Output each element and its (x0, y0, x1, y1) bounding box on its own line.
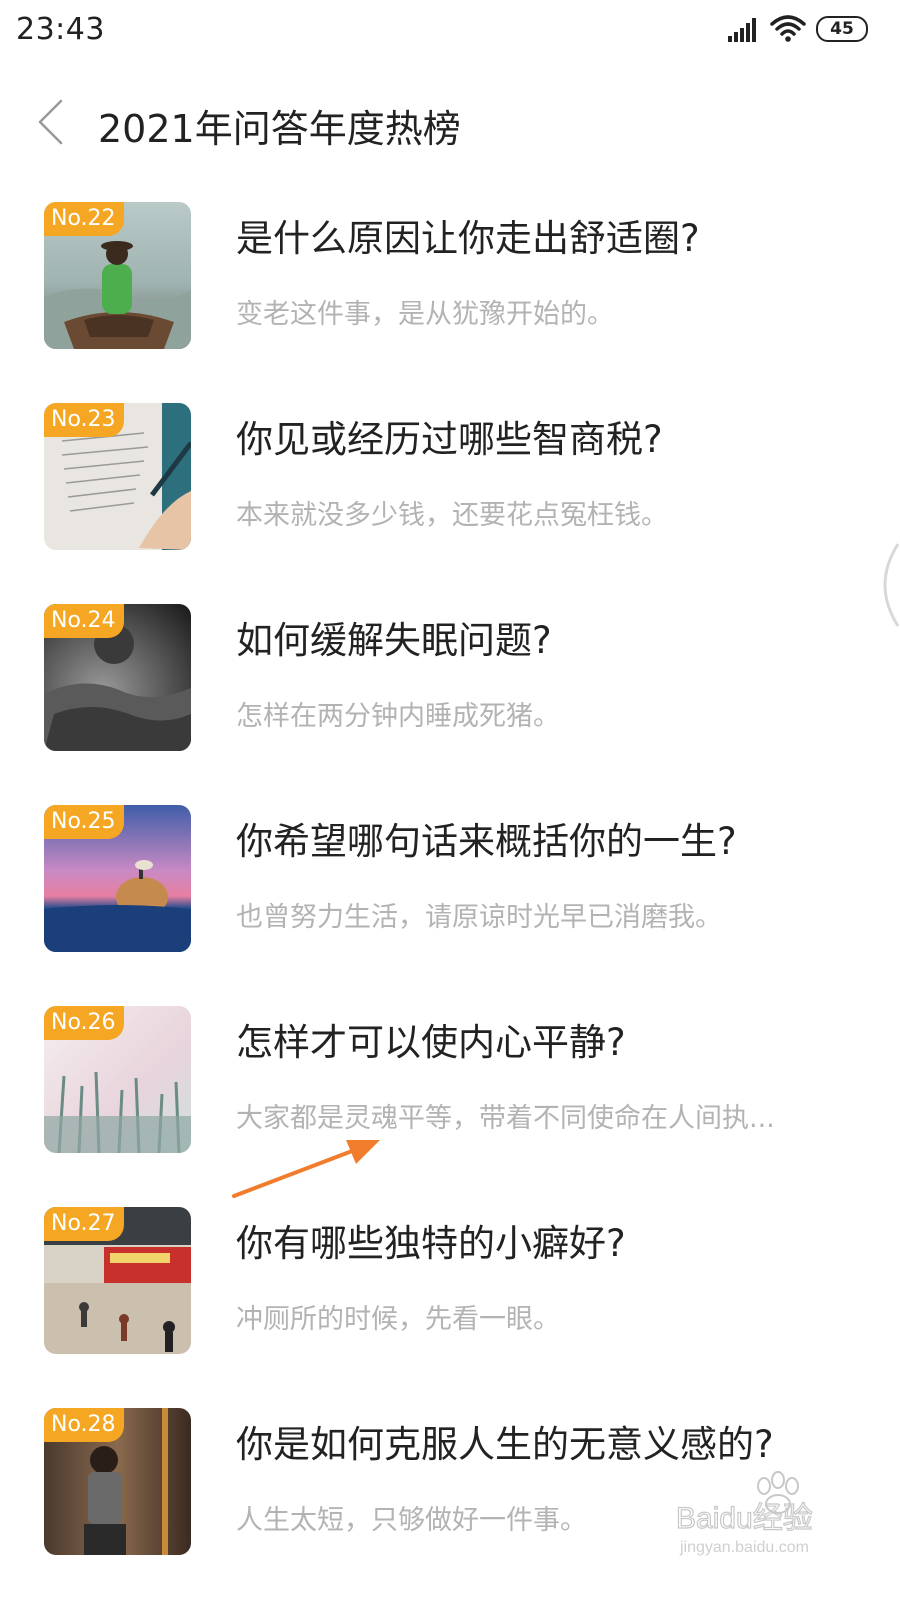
item-title: 怎样才可以使内心平静? (236, 1021, 626, 1064)
thumbnail-image: No.26 (44, 1006, 191, 1153)
item-title: 你有哪些独特的小癖好? (236, 1222, 626, 1265)
item-subtitle: 也曾努力生活，请原谅时光早已消磨我。 (236, 902, 722, 933)
item-subtitle: 变老这件事，是从犹豫开始的。 (236, 299, 614, 330)
edge-scroll-handle[interactable] (858, 540, 900, 630)
signal-icon (728, 18, 756, 42)
rank-badge: No.26 (44, 1006, 124, 1040)
item-subtitle: 冲厕所的时候，先看一眼。 (236, 1304, 560, 1335)
thumbnail-image: No.23 (44, 403, 191, 550)
thumbnail-image: No.24 (44, 604, 191, 751)
thumbnail-image: No.28 (44, 1408, 191, 1555)
thumbnail-image: No.27 (44, 1207, 191, 1354)
list-item[interactable]: No.22 是什么原因让你走出舒适圈? 变老这件事，是从犹豫开始的。 (0, 202, 900, 403)
page-title: 2021年问答年度热榜 (98, 107, 461, 151)
item-title: 如何缓解失眠问题? (236, 619, 552, 662)
list-item[interactable]: No.23 你见或经历过哪些智商税? 本来就没多少钱，还要花点冤枉钱。 (0, 403, 900, 604)
item-title: 是什么原因让你走出舒适圈? (236, 217, 700, 260)
item-subtitle: 本来就没多少钱，还要花点冤枉钱。 (236, 500, 668, 531)
status-bar: 23:43 45 (0, 0, 900, 60)
rank-badge: No.24 (44, 604, 124, 638)
annotation-arrow-icon (232, 1140, 380, 1198)
rank-badge: No.28 (44, 1408, 124, 1442)
list-item[interactable]: No.27 你有哪些独特的小癖好? 冲厕所的时候，先看一眼。 (0, 1207, 900, 1408)
rank-badge: No.25 (44, 805, 124, 839)
item-title: 你见或经历过哪些智商税? (236, 418, 663, 461)
wifi-icon (770, 15, 806, 42)
list-item[interactable]: No.25 你希望哪句话来概括你的一生? 也曾努力生活，请原谅时光早已消磨我。 (0, 805, 900, 1006)
thumbnail-image: No.22 (44, 202, 191, 349)
rank-badge: No.23 (44, 403, 124, 437)
battery-level: 45 (830, 19, 854, 39)
rank-badge: No.27 (44, 1207, 124, 1241)
item-subtitle: 怎样在两分钟内睡成死猪。 (236, 701, 560, 732)
watermark-url: jingyan.baidu.com (679, 1539, 809, 1556)
item-title: 你希望哪句话来概括你的一生? (236, 820, 737, 863)
battery-icon: 45 (816, 16, 868, 42)
watermark-brand: Baidu经验 (676, 1502, 813, 1535)
item-title: 你是如何克服人生的无意义感的? (236, 1423, 774, 1466)
screen: 23:43 45 2021年问答年度热榜 No.22 是什么原因让你走出舒适圈?… (0, 0, 900, 1600)
back-button[interactable] (26, 94, 74, 150)
watermark: Baidu经验 jingyan.baidu.com (668, 1470, 848, 1560)
baidu-paw-icon: Baidu经验 jingyan.baidu.com (675, 1471, 813, 1556)
item-subtitle: 人生太短，只够做好一件事。 (236, 1505, 587, 1536)
list-item[interactable]: No.26 怎样才可以使内心平静? 大家都是灵魂平等，带着不同使命在人间执... (0, 1006, 900, 1207)
header: 2021年问答年度热榜 (0, 80, 900, 164)
rank-badge: No.22 (44, 202, 124, 236)
question-list: No.22 是什么原因让你走出舒适圈? 变老这件事，是从犹豫开始的。 No.23… (0, 202, 900, 1600)
chevron-left-icon (38, 99, 63, 145)
list-item[interactable]: No.24 如何缓解失眠问题? 怎样在两分钟内睡成死猪。 (0, 604, 900, 805)
status-time: 23:43 (16, 12, 105, 47)
thumbnail-image: No.25 (44, 805, 191, 952)
